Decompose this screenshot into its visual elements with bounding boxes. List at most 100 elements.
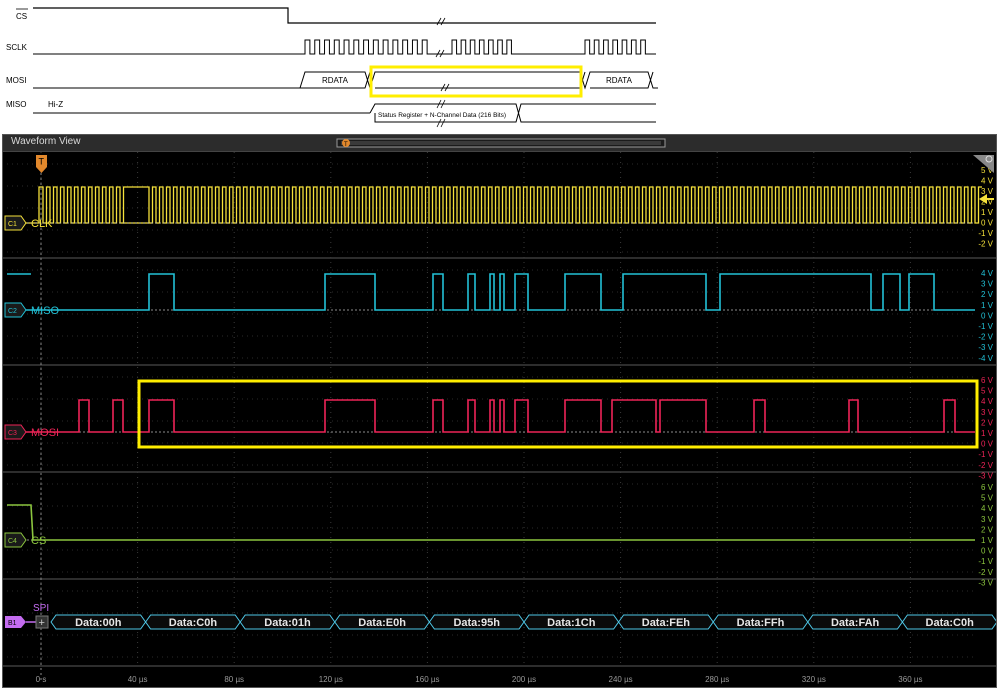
channel-badge-c1[interactable]: C1 bbox=[4, 215, 27, 231]
bus-packet[interactable]: Data:E0h bbox=[334, 614, 431, 630]
time-axis-tick: 40 µs bbox=[128, 675, 148, 684]
bus-packet-label: Data:1Ch bbox=[547, 617, 596, 629]
waveform-view-svg[interactable]: T C1 CLKC2 MISOC3 MOSIC4 CS 5 V4 V3 V2 V1 V0… bbox=[3, 135, 996, 687]
sclk-polyline bbox=[33, 39, 656, 55]
waveform-view-panel[interactable]: Waveform View T C1 CLK C2 MISO C3 MOSI C4 CS 5 … bbox=[2, 134, 997, 688]
time-axis-tick: 240 µs bbox=[609, 675, 633, 684]
cs-trace bbox=[7, 504, 975, 541]
scale-tick-c4: 0 V bbox=[981, 547, 994, 556]
bus-packet[interactable]: Data:C0h bbox=[144, 614, 241, 630]
scale-tick-c1: 4 V bbox=[981, 177, 994, 186]
mosi-trace bbox=[7, 399, 975, 433]
scale-tick-c3: 0 V bbox=[981, 440, 994, 449]
scale-tick-c1: 1 V bbox=[981, 208, 994, 217]
bus-packet-label: Data:FFh bbox=[737, 617, 785, 629]
scale-tick-c2: -4 V bbox=[978, 354, 993, 363]
vertical-scales: 5 V4 V3 V2 V1 V0 V-1 V-2 V4 V3 V2 V1 V0 … bbox=[978, 166, 993, 587]
signal-label-cs: CS bbox=[16, 12, 27, 21]
scale-tick-c1: 0 V bbox=[981, 219, 994, 228]
scale-tick-c3: 3 V bbox=[981, 408, 994, 417]
mosi-field-rdata-left: RDATA bbox=[322, 76, 349, 85]
scale-tick-c2: -2 V bbox=[978, 333, 993, 342]
timing-diagram: CS SCLK MOSI MISO Hi-Z RDATA RDATA Statu… bbox=[0, 0, 999, 132]
bus-plus-glyph: + bbox=[39, 617, 45, 629]
bus-packet[interactable]: Data:C0h bbox=[901, 614, 996, 630]
scale-tick-c4: 5 V bbox=[981, 494, 994, 503]
scale-tick-c4: -3 V bbox=[978, 578, 993, 587]
bus-packet[interactable]: Data:FAh bbox=[807, 614, 904, 630]
record-overview-bar[interactable]: T bbox=[336, 138, 666, 148]
channel-badge-id: C1 bbox=[8, 221, 17, 228]
time-axis-tick: 360 µs bbox=[898, 675, 922, 684]
channel-name-miso: MISO bbox=[31, 305, 60, 317]
bus-packet-label: Data:FEh bbox=[642, 617, 691, 629]
bus-badge-b1[interactable]: B1 bbox=[5, 616, 26, 628]
trigger-marker[interactable]: T bbox=[36, 155, 47, 173]
channel-name-mosi: MOSI bbox=[31, 427, 59, 439]
scale-tick-c1: -1 V bbox=[978, 229, 993, 238]
scale-tick-c4: -2 V bbox=[978, 568, 993, 577]
scale-tick-c2: 3 V bbox=[981, 280, 994, 289]
time-axis-tick: 320 µs bbox=[802, 675, 826, 684]
bus-packet-label: Data:E0h bbox=[358, 617, 406, 629]
cs-break-mark bbox=[436, 17, 446, 26]
bus-badge-id: B1 bbox=[8, 620, 17, 627]
scale-tick-c2: -3 V bbox=[978, 343, 993, 352]
time-axis-tick: 160 µs bbox=[415, 675, 439, 684]
miso-hiz-label: Hi-Z bbox=[48, 100, 63, 109]
signal-label-miso: MISO bbox=[6, 100, 26, 109]
scale-tick-c3: -1 V bbox=[978, 450, 993, 459]
bus-packet[interactable]: Data:00h bbox=[50, 614, 147, 630]
scale-tick-c2: 0 V bbox=[981, 311, 994, 320]
scale-tick-c2: 2 V bbox=[981, 290, 994, 299]
scale-tick-c2: 1 V bbox=[981, 301, 994, 310]
channel-badge-c4[interactable]: C4 bbox=[4, 532, 27, 548]
channel-badge-c3[interactable]: C3 bbox=[4, 424, 27, 440]
timing-diagram-svg: CS SCLK MOSI MISO Hi-Z RDATA RDATA Statu… bbox=[6, 7, 658, 128]
miso-waveform bbox=[33, 103, 656, 123]
scale-tick-c4: 6 V bbox=[981, 483, 994, 492]
time-axis: 0 s 40 µs 80 µs 120 µs 160 µs 200 µs 240 µs 280… bbox=[3, 665, 996, 684]
bus-packet-label: Data:01h bbox=[264, 617, 311, 629]
scale-tick-c4: 1 V bbox=[981, 536, 994, 545]
channel-badge-id: C4 bbox=[8, 538, 17, 545]
bus-packet[interactable]: Data:01h bbox=[239, 614, 336, 630]
scale-tick-c1: 3 V bbox=[981, 187, 994, 196]
bus-packet-label: Data:00h bbox=[75, 617, 122, 629]
channel-badge-c2[interactable]: C2 bbox=[4, 302, 27, 318]
channel-labels: C1 CLK C2 MISO C3 MOSI C4 CS bbox=[4, 215, 60, 548]
scale-tick-c4: 4 V bbox=[981, 504, 994, 513]
time-axis-tick: 280 µs bbox=[705, 675, 729, 684]
channel-badge-id: C2 bbox=[8, 308, 17, 315]
bus-packet[interactable]: Data:FFh bbox=[712, 614, 809, 630]
scale-tick-c2: -1 V bbox=[978, 322, 993, 331]
scale-tick-c3: -2 V bbox=[978, 461, 993, 470]
scale-tick-c3: 5 V bbox=[981, 387, 994, 396]
miso-field-label: Status Register + N-Channel Data (216 Bi… bbox=[378, 112, 506, 119]
bus-packet-label: Data:C0h bbox=[926, 617, 975, 629]
bus-packet[interactable]: Data:1Ch bbox=[523, 614, 620, 630]
scale-tick-c2: 4 V bbox=[981, 269, 994, 278]
scale-tick-c3: 6 V bbox=[981, 376, 994, 385]
bus-packet-label: Data:95h bbox=[453, 617, 500, 629]
bus-packet-label: Data:FAh bbox=[831, 617, 880, 629]
bus-packet-label: Data:C0h bbox=[169, 617, 218, 629]
mosi-highlight-box bbox=[137, 379, 979, 449]
signal-label-mosi: MOSI bbox=[6, 76, 26, 85]
channel-name-cs: CS bbox=[31, 535, 46, 547]
channel-badge-id: C3 bbox=[8, 430, 17, 437]
sclk-waveform bbox=[33, 39, 656, 58]
scale-tick-c4: 2 V bbox=[981, 525, 994, 534]
time-axis-tick: 0 s bbox=[36, 675, 47, 684]
bus-packet[interactable]: Data:FEh bbox=[617, 614, 714, 630]
scale-tick-c3: 4 V bbox=[981, 397, 994, 406]
scale-tick-c3: -3 V bbox=[978, 471, 993, 480]
bus-packet[interactable]: Data:95h bbox=[428, 614, 525, 630]
scale-tick-c3: 2 V bbox=[981, 418, 994, 427]
cs-waveform bbox=[33, 7, 656, 24]
scale-tick-c4: 3 V bbox=[981, 515, 994, 524]
waveforms bbox=[7, 186, 982, 541]
signal-label-sclk: SCLK bbox=[6, 43, 28, 52]
svg-text:T: T bbox=[344, 142, 348, 148]
time-axis-tick: 200 µs bbox=[512, 675, 536, 684]
